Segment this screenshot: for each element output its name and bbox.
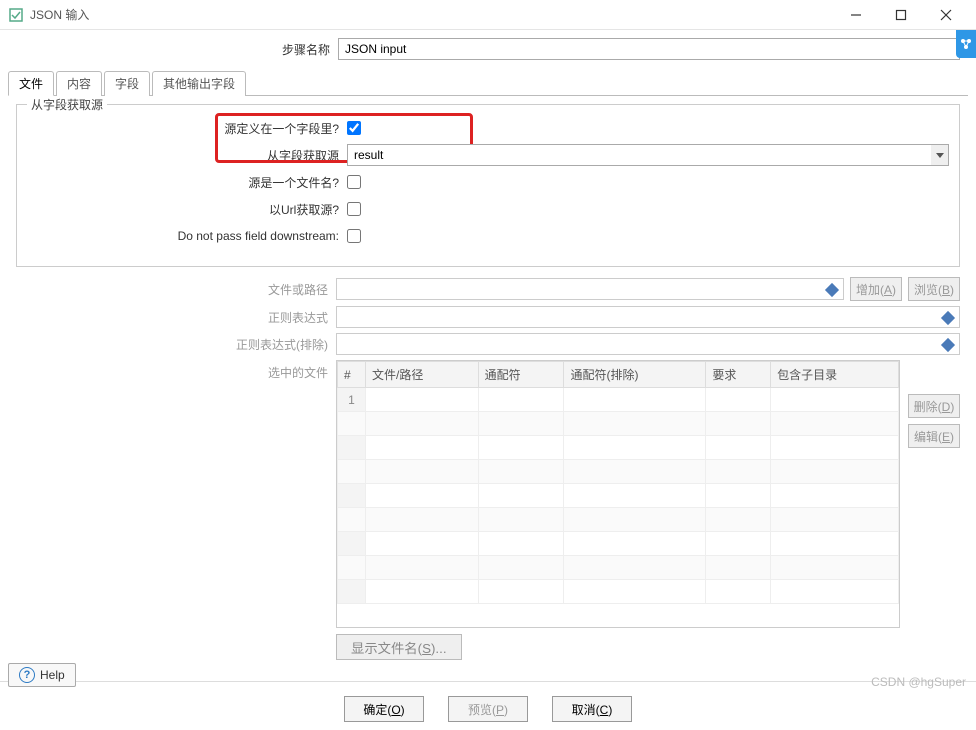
tab-file[interactable]: 文件 [8,71,54,96]
ok-button[interactable]: 确定(O) [344,696,424,722]
cancel-button[interactable]: 取消(C) [552,696,632,722]
no-pass-downstream-checkbox[interactable] [347,229,361,243]
minimize-button[interactable] [833,0,878,30]
step-name-row: 步骤名称 [0,30,976,70]
watermark: CSDN @hgSuper [871,675,966,689]
dialog-button-bar: 确定(O) 预览(P) 取消(C) [0,681,976,730]
regex-exclude-input [336,333,960,355]
defined-in-field-label: 源定义在一个字段里? [27,120,347,137]
file-or-path-input [336,278,844,300]
tab-other-output-fields[interactable]: 其他输出字段 [152,71,246,96]
table-row[interactable] [338,580,899,604]
app-icon [8,7,24,23]
table-row[interactable] [338,460,899,484]
regex-input [336,306,960,328]
table-row[interactable] [338,508,899,532]
diamond-icon [825,283,839,297]
edit-button: 编辑(E) [908,424,960,448]
step-name-label: 步骤名称 [16,41,338,58]
col-wildcard-exclude: 通配符(排除) [564,362,706,388]
table-row[interactable] [338,412,899,436]
as-url-label: 以Url获取源? [27,201,347,218]
tab-content[interactable]: 内容 [56,71,102,96]
is-filename-checkbox[interactable] [347,175,361,189]
table-row[interactable]: 1 [338,388,899,412]
file-or-path-label: 文件或路径 [16,281,336,298]
combo-dropdown-icon[interactable] [931,144,949,166]
add-button: 增加(A) [850,277,902,301]
selected-files-label: 选中的文件 [16,360,336,381]
delete-button: 删除(D) [908,394,960,418]
selected-files-table[interactable]: # 文件/路径 通配符 通配符(排除) 要求 包含子目录 1 [336,360,900,628]
window-title: JSON 输入 [30,6,833,23]
title-bar: JSON 输入 [0,0,976,30]
table-row[interactable] [338,484,899,508]
col-num: # [338,362,366,388]
get-from-field-label: 从字段获取源 [27,147,347,164]
source-group-title: 从字段获取源 [27,96,107,113]
browse-button: 浏览(B) [908,277,960,301]
regex-label: 正则表达式 [16,309,336,326]
help-label: Help [40,668,65,682]
diamond-icon [941,311,955,325]
no-pass-downstream-label: Do not pass field downstream: [27,229,347,243]
maximize-button[interactable] [878,0,923,30]
table-row[interactable] [338,532,899,556]
close-button[interactable] [923,0,968,30]
as-url-checkbox[interactable] [347,202,361,216]
col-path: 文件/路径 [366,362,479,388]
edge-badge-icon[interactable] [956,30,976,58]
regex-exclude-label: 正则表达式(排除) [16,336,336,353]
tab-fields[interactable]: 字段 [104,71,150,96]
preview-button: 预览(P) [448,696,528,722]
file-panel: 从字段获取源 源定义在一个字段里? 从字段获取源 [8,96,968,673]
table-row[interactable] [338,556,899,580]
col-wildcard: 通配符 [478,362,564,388]
source-field-combo[interactable] [347,144,931,166]
tab-bar: 文件 内容 字段 其他输出字段 [8,70,968,96]
col-required: 要求 [706,362,771,388]
diamond-icon [941,338,955,352]
is-filename-label: 源是一个文件名? [27,174,347,191]
help-button[interactable]: ? Help [8,663,76,687]
help-icon: ? [19,667,35,683]
source-from-field-group: 从字段获取源 源定义在一个字段里? 从字段获取源 [16,104,960,267]
show-filenames-button: 显示文件名(S)... [336,634,462,660]
step-name-input[interactable] [338,38,960,60]
table-row[interactable] [338,436,899,460]
col-include-sub: 包含子目录 [771,362,899,388]
defined-in-field-checkbox[interactable] [347,121,361,135]
